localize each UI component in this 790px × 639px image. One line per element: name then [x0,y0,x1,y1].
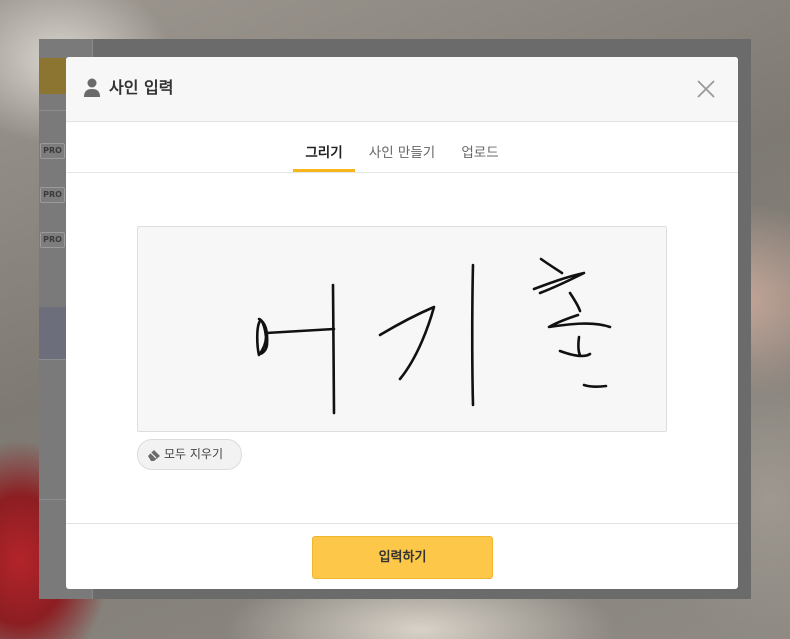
pro-badge: PRO [40,143,65,159]
tab-upload[interactable]: 업로드 [454,122,506,170]
pro-badge: PRO [40,232,65,248]
tab-draw[interactable]: 그리기 [293,122,355,172]
tab-bar: 그리기 사인 만들기 업로드 [66,122,738,173]
submit-button[interactable]: 입력하기 [312,536,493,579]
clear-all-label: 모두 지우기 [164,447,224,461]
modal-header: 사인 입력 [66,57,738,122]
eraser-icon [148,450,160,461]
pro-badge: PRO [40,187,65,203]
clear-all-button[interactable]: 모두 지우기 [137,439,242,470]
user-icon [84,78,100,97]
signature-drawing [255,257,612,415]
close-icon[interactable] [694,77,718,101]
signature-canvas[interactable] [137,226,667,432]
signature-modal: 사인 입력 그리기 사인 만들기 업로드 모두 지우기 입력하기 [66,57,738,589]
footer-divider [66,523,738,524]
tab-make-sign[interactable]: 사인 만들기 [362,122,442,170]
modal-title: 사인 입력 [109,78,174,97]
